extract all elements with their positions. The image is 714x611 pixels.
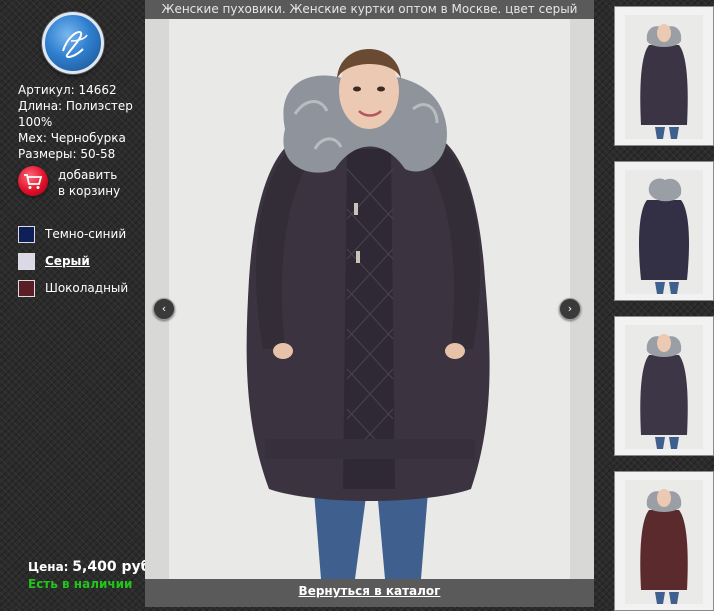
back-to-catalog-link[interactable]: Вернуться в каталог (145, 584, 594, 598)
price: Цена: 5,400 руб. (28, 559, 156, 575)
color-swatch-chocolate (18, 280, 35, 297)
color-swatch-navy (18, 226, 35, 243)
thumbnail-2-image (639, 178, 689, 294)
price-label: Цена: (28, 560, 69, 574)
product-fur: Мех: Чернобурка (18, 131, 126, 145)
color-label-navy: Темно-синий (45, 227, 127, 241)
thumbnail-2[interactable] (614, 161, 714, 301)
logo-monogram (62, 31, 88, 58)
color-list: Темно-синий Серый Шоколадный (18, 226, 148, 307)
page-title: Женские пуховики. Женские куртки оптом в… (145, 0, 594, 19)
prev-image-button[interactable]: ‹ (153, 298, 175, 320)
thumbnail-1-image (640, 24, 688, 139)
thumbnail-3[interactable] (614, 316, 714, 456)
product-sizes: Размеры: 50-58 (18, 147, 116, 161)
cart-icon (18, 166, 48, 196)
color-label-chocolate: Шоколадный (45, 281, 129, 295)
thumbnail-4-image (640, 489, 688, 604)
add-to-cart-button[interactable]: добавить в корзину (18, 166, 142, 202)
thumbnail-1[interactable] (614, 6, 714, 146)
thumbnail-4[interactable] (614, 471, 714, 611)
color-label-gray: Серый (45, 254, 90, 268)
price-value: 5,400 руб. (72, 559, 156, 575)
image-viewer: Женские пуховики. Женские куртки оптом в… (145, 0, 594, 607)
footer-bar: Вернуться в каталог (145, 579, 594, 607)
next-image-button[interactable]: › (559, 298, 581, 320)
model-figure (246, 49, 490, 579)
product-material: Длина: Полиэстер (18, 99, 133, 113)
product-info: Артикул: 14662 Длина: Полиэстер 100% Мех… (18, 82, 136, 162)
logo-icon[interactable] (42, 12, 104, 74)
color-option-chocolate[interactable]: Шоколадный (18, 280, 148, 298)
thumbnail-3-image (640, 334, 688, 449)
product-article: Артикул: 14662 (18, 83, 117, 97)
color-option-gray[interactable]: Серый (18, 253, 148, 271)
stock-status: Есть в наличии (28, 577, 133, 591)
add-to-cart-label: добавить в корзину (58, 168, 121, 198)
product-photo: ‹ › (145, 19, 594, 579)
product-material-percent: 100% (18, 115, 53, 129)
color-swatch-gray (18, 253, 35, 270)
color-option-navy[interactable]: Темно-синий (18, 226, 148, 244)
